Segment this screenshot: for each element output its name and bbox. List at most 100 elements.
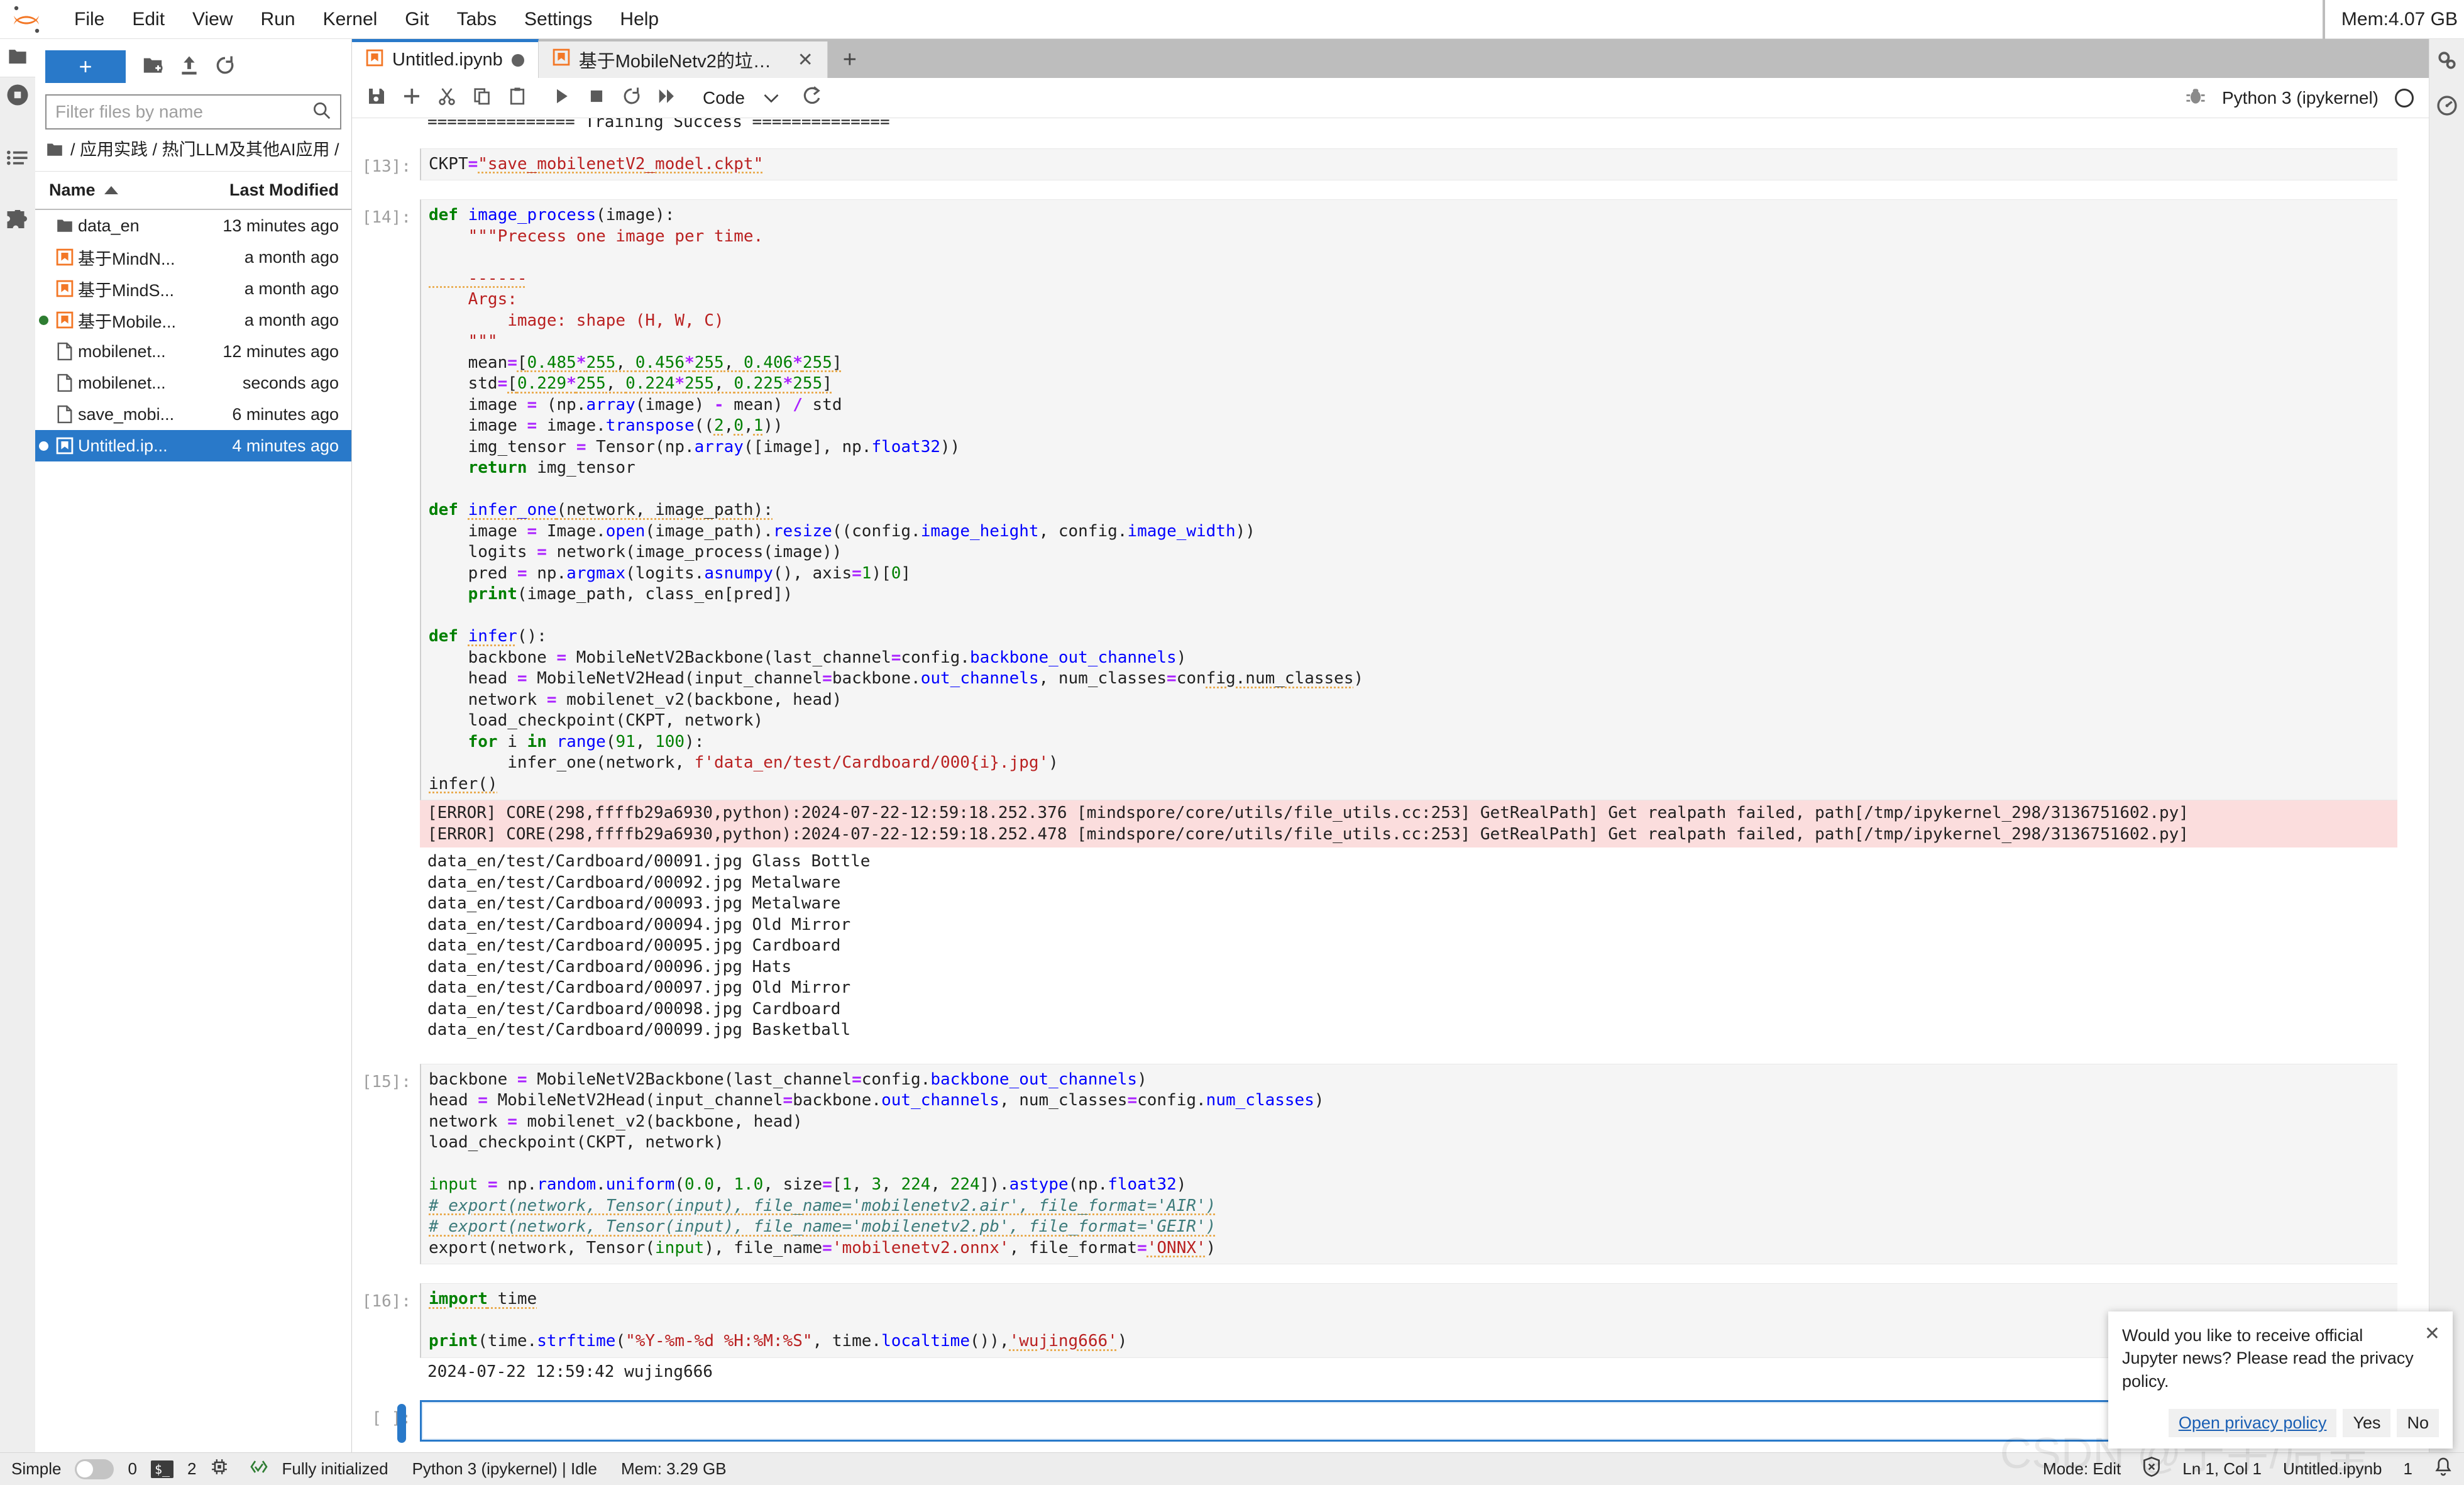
file-list-item[interactable]: 基于MindN... a month ago	[35, 241, 351, 273]
menu-run[interactable]: Run	[247, 6, 309, 33]
cell-output-stream: 2024-07-22 12:59:42 wujing666	[427, 1362, 713, 1381]
paste-button[interactable]	[502, 82, 533, 114]
cell-input-editor[interactable]	[420, 1400, 2397, 1442]
file-list-item[interactable]: mobilenet... 12 minutes ago	[35, 336, 351, 367]
copy-button[interactable]	[466, 82, 498, 114]
file-list-item[interactable]: data_en 13 minutes ago	[35, 210, 351, 241]
simple-mode-toggle[interactable]	[75, 1459, 114, 1479]
save-button[interactable]	[361, 82, 392, 114]
debug-icon[interactable]	[2186, 86, 2206, 111]
cell-input[interactable]: import time print(time.strftime("%Y-%m-%…	[420, 1283, 2397, 1358]
file-list-item[interactable]: Untitled.ip... 4 minutes ago	[35, 430, 351, 462]
file-browser-toolbar: +	[35, 39, 351, 136]
new-folder-icon[interactable]	[142, 55, 163, 79]
editor-mode: Mode: Edit	[2042, 1459, 2121, 1478]
file-modified: 6 minutes ago	[232, 404, 339, 424]
close-icon[interactable]: ✕	[798, 49, 813, 71]
kernels-count[interactable]: 2	[187, 1459, 196, 1479]
sidebar-item-property-inspector[interactable]	[2429, 39, 2464, 84]
tab-mobilenetv2-notebook[interactable]: 基于MobileNetv2的垃圾分类 ✕	[538, 41, 828, 78]
sidebar-item-extensions[interactable]	[0, 203, 35, 241]
open-privacy-policy-button[interactable]: Open privacy policy	[2168, 1409, 2337, 1437]
notification-count[interactable]: 1	[2404, 1459, 2412, 1479]
sidebar-item-running[interactable]	[0, 77, 35, 115]
jupyterlab-app: File Edit View Run Kernel Git Tabs Setti…	[0, 0, 2464, 1485]
notebook-panel: Untitled.ipynb 基于MobileNetv2的垃圾分类 ✕ + Co…	[352, 39, 2429, 1452]
file-browser-panel: + Filter files by name / 应用实践 / 热门LLM及其他…	[35, 39, 352, 1452]
file-list-item[interactable]: save_mobi... 6 minutes ago	[35, 399, 351, 430]
no-button[interactable]: No	[2397, 1409, 2439, 1437]
menu-settings[interactable]: Settings	[510, 6, 606, 33]
search-input[interactable]	[55, 102, 312, 122]
close-icon[interactable]: ✕	[2424, 1323, 2440, 1345]
notebook-cell-14[interactable]: [14]: def image_process(image): """Prece…	[352, 199, 2429, 1045]
file-icon	[52, 373, 78, 392]
file-modified: a month ago	[244, 310, 339, 329]
kernel-status-text[interactable]: Python 3 (ipykernel) | Idle	[412, 1459, 597, 1479]
out-line: data_en/test/Cardboard/00098.jpg Cardboa…	[427, 999, 841, 1019]
column-header-name[interactable]: Name	[35, 180, 207, 200]
restart-kernel-button[interactable]	[616, 82, 647, 114]
sidebar-item-toc[interactable]	[0, 140, 35, 178]
new-tab-button[interactable]: +	[828, 41, 872, 78]
file-list-item[interactable]: 基于MindS... a month ago	[35, 273, 351, 304]
debugger-icon	[2436, 95, 2458, 119]
restart-run-all-button[interactable]	[651, 82, 683, 114]
stop-icon	[588, 88, 605, 108]
vertical-scrollbar[interactable]	[2419, 118, 2428, 1452]
kernel-status-icon[interactable]	[2395, 89, 2414, 108]
main-area: + Filter files by name / 应用实践 / 热门LLM及其他…	[0, 39, 2464, 1452]
left-activity-bar	[0, 39, 35, 1452]
notebook-cell-15[interactable]: [15]: backbone = MobileNetV2Backbone(las…	[352, 1063, 2429, 1264]
cell-type-select[interactable]: Code	[694, 88, 788, 108]
file-list-item[interactable]: mobilenet... seconds ago	[35, 367, 351, 399]
notebook-cell-13[interactable]: [13]: CKPT="save_mobilenetV2_model.ckpt"	[352, 148, 2429, 180]
cell-prompt: [15]:	[361, 1072, 411, 1091]
tab-untitled-ipynb[interactable]: Untitled.ipynb	[352, 39, 539, 78]
cell-input[interactable]: backbone = MobileNetV2Backbone(last_chan…	[420, 1063, 2397, 1264]
kernel-icon[interactable]	[211, 1458, 228, 1480]
unsaved-indicator-icon[interactable]	[511, 53, 524, 67]
terminals-count[interactable]: 0	[128, 1459, 136, 1479]
sidebar-item-debugger[interactable]	[2429, 84, 2464, 130]
cell-input[interactable]: def image_process(image): """Precess one…	[420, 199, 2397, 800]
restart-run-all-icon	[657, 87, 676, 108]
column-header-modified[interactable]: Last Modified	[207, 180, 351, 200]
menu-edit[interactable]: Edit	[118, 6, 179, 33]
cut-icon	[437, 87, 456, 109]
refresh-icon[interactable]	[215, 55, 235, 79]
file-name: save_mobi...	[78, 404, 175, 424]
git-button[interactable]	[796, 82, 828, 114]
run-button[interactable]	[546, 82, 577, 114]
file-name: 基于MindN...	[78, 249, 175, 268]
breadcrumb-path: / 应用实践 / 热门LLM及其他AI应用 /	[70, 140, 339, 159]
menu-git[interactable]: Git	[391, 6, 443, 33]
yes-button[interactable]: Yes	[2343, 1409, 2391, 1437]
save-icon	[367, 87, 386, 109]
interrupt-button[interactable]	[581, 82, 612, 114]
kernel-name-label[interactable]: Python 3 (ipykernel)	[2222, 88, 2379, 108]
tab-bar: Untitled.ipynb 基于MobileNetv2的垃圾分类 ✕ +	[352, 39, 2429, 78]
menu-kernel[interactable]: Kernel	[309, 6, 392, 33]
terminal-icon[interactable]: $_	[150, 1460, 174, 1478]
new-launcher-button[interactable]: +	[45, 50, 126, 83]
menu-help[interactable]: Help	[606, 6, 673, 33]
cursor-position[interactable]: Ln 1, Col 1	[2182, 1459, 2262, 1479]
menu-file[interactable]: File	[60, 6, 118, 33]
breadcrumb[interactable]: / 应用实践 / 热门LLM及其他AI应用 /	[35, 136, 351, 171]
activity-bar-rest	[0, 77, 35, 1452]
menu-tabs[interactable]: Tabs	[443, 6, 510, 33]
menu-view[interactable]: View	[179, 6, 246, 33]
file-list-item[interactable]: 基于Mobile... a month ago	[35, 304, 351, 336]
shield-x-icon[interactable]	[2142, 1457, 2161, 1481]
cut-button[interactable]	[431, 82, 463, 114]
notebook-scroll-area[interactable]: =============== Training Success =======…	[352, 118, 2429, 1452]
file-modified: a month ago	[244, 247, 339, 267]
upload-icon[interactable]	[180, 55, 199, 79]
insert-cell-button[interactable]	[396, 82, 427, 114]
sidebar-item-file-browser[interactable]	[0, 39, 35, 77]
cell-input[interactable]: CKPT="save_mobilenetV2_model.ckpt"	[420, 148, 2397, 180]
file-filter-box[interactable]	[45, 94, 341, 130]
bell-icon[interactable]	[2434, 1457, 2453, 1481]
run-icon	[553, 87, 570, 108]
